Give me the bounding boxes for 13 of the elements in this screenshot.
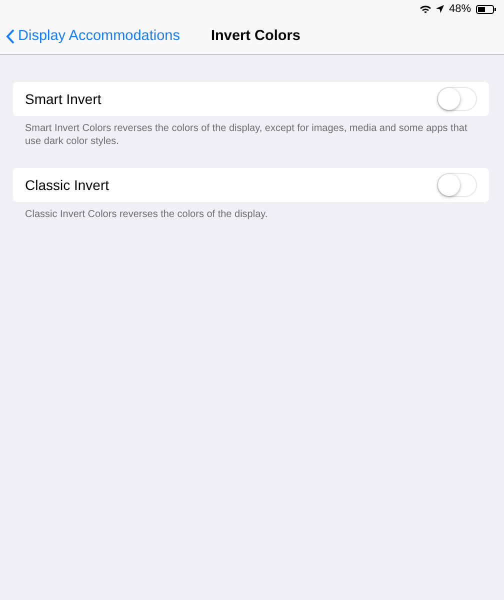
wifi-icon (420, 5, 431, 13)
battery-percentage: 48% (448, 3, 471, 15)
setting-description: Smart Invert Colors reverses the colors of the display, except for images, media and some apps that use dark color styles. (24, 122, 468, 148)
location-arrow-icon (436, 5, 444, 13)
chevron-left-icon (6, 28, 15, 44)
page-title: Invert Colors (211, 27, 300, 46)
toggle-switch[interactable] (437, 173, 477, 197)
back-button[interactable]: Display Accommodations (0, 28, 180, 44)
setting-label: Smart Invert (25, 91, 102, 107)
toggle-switch[interactable] (437, 87, 477, 111)
setting-label: Classic Invert (25, 177, 110, 193)
battery-icon (476, 4, 496, 14)
setting-description: Classic Invert Colors reverses the colors of the display. (24, 208, 269, 221)
